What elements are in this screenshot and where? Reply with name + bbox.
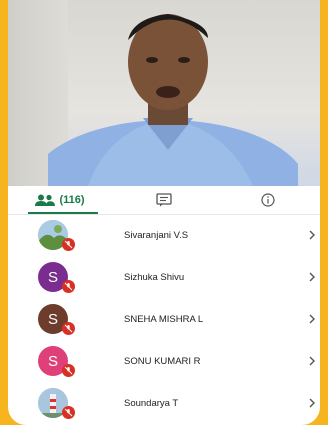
- mic-muted-icon: [62, 406, 75, 419]
- chevron-right-icon[interactable]: [304, 395, 320, 411]
- info-icon: [261, 193, 275, 207]
- tab-participants[interactable]: (116): [8, 186, 112, 214]
- chat-icon: [156, 193, 172, 207]
- participant-name: SNEHA MISHRA L: [124, 313, 204, 325]
- mic-muted-icon: [62, 364, 75, 377]
- mic-muted-icon: [62, 322, 75, 335]
- chevron-right-icon[interactable]: [304, 227, 320, 243]
- avatar-initial: S: [47, 352, 58, 370]
- list-item[interactable]: S Sizhuka Shivu: [8, 256, 320, 298]
- participant-list: Sivaranjani V.S S Sizhuka Shivu S SNEHA …: [8, 214, 320, 424]
- participant-name: Sivaranjani V.S: [124, 229, 189, 241]
- participant-name: SONU KUMARI R: [124, 355, 201, 367]
- avatar-container: S: [38, 260, 80, 294]
- speaker-figure: [48, 14, 298, 186]
- avatar-initial: S: [47, 310, 58, 328]
- avatar-container: S: [38, 302, 80, 336]
- participant-name: Soundarya T: [124, 397, 179, 409]
- list-item[interactable]: S SONU KUMARI R: [8, 340, 320, 382]
- participants-count: (116): [59, 194, 85, 206]
- chevron-right-icon[interactable]: [304, 311, 320, 327]
- speaker-video[interactable]: [8, 0, 320, 186]
- chevron-right-icon[interactable]: [304, 269, 320, 285]
- tab-bar: (116): [8, 186, 320, 215]
- mic-muted-icon: [62, 280, 75, 293]
- mic-muted-icon: [62, 238, 75, 251]
- list-item[interactable]: Sivaranjani V.S: [8, 214, 320, 256]
- avatar-container: S: [38, 344, 80, 378]
- tab-info[interactable]: [216, 186, 320, 214]
- list-item[interactable]: Soundarya T: [8, 382, 320, 424]
- chevron-right-icon[interactable]: [304, 353, 320, 369]
- list-item[interactable]: S SNEHA MISHRA L: [8, 298, 320, 340]
- avatar-initial: S: [47, 268, 58, 286]
- participant-name: Sizhuka Shivu: [124, 271, 185, 283]
- people-icon: [35, 194, 56, 206]
- avatar-container: [38, 218, 80, 252]
- meeting-screen: (116) Sivaranjani V.S S Sizhuka Shivu S …: [8, 0, 320, 425]
- tab-chat[interactable]: [112, 186, 216, 214]
- avatar-container: [38, 386, 80, 420]
